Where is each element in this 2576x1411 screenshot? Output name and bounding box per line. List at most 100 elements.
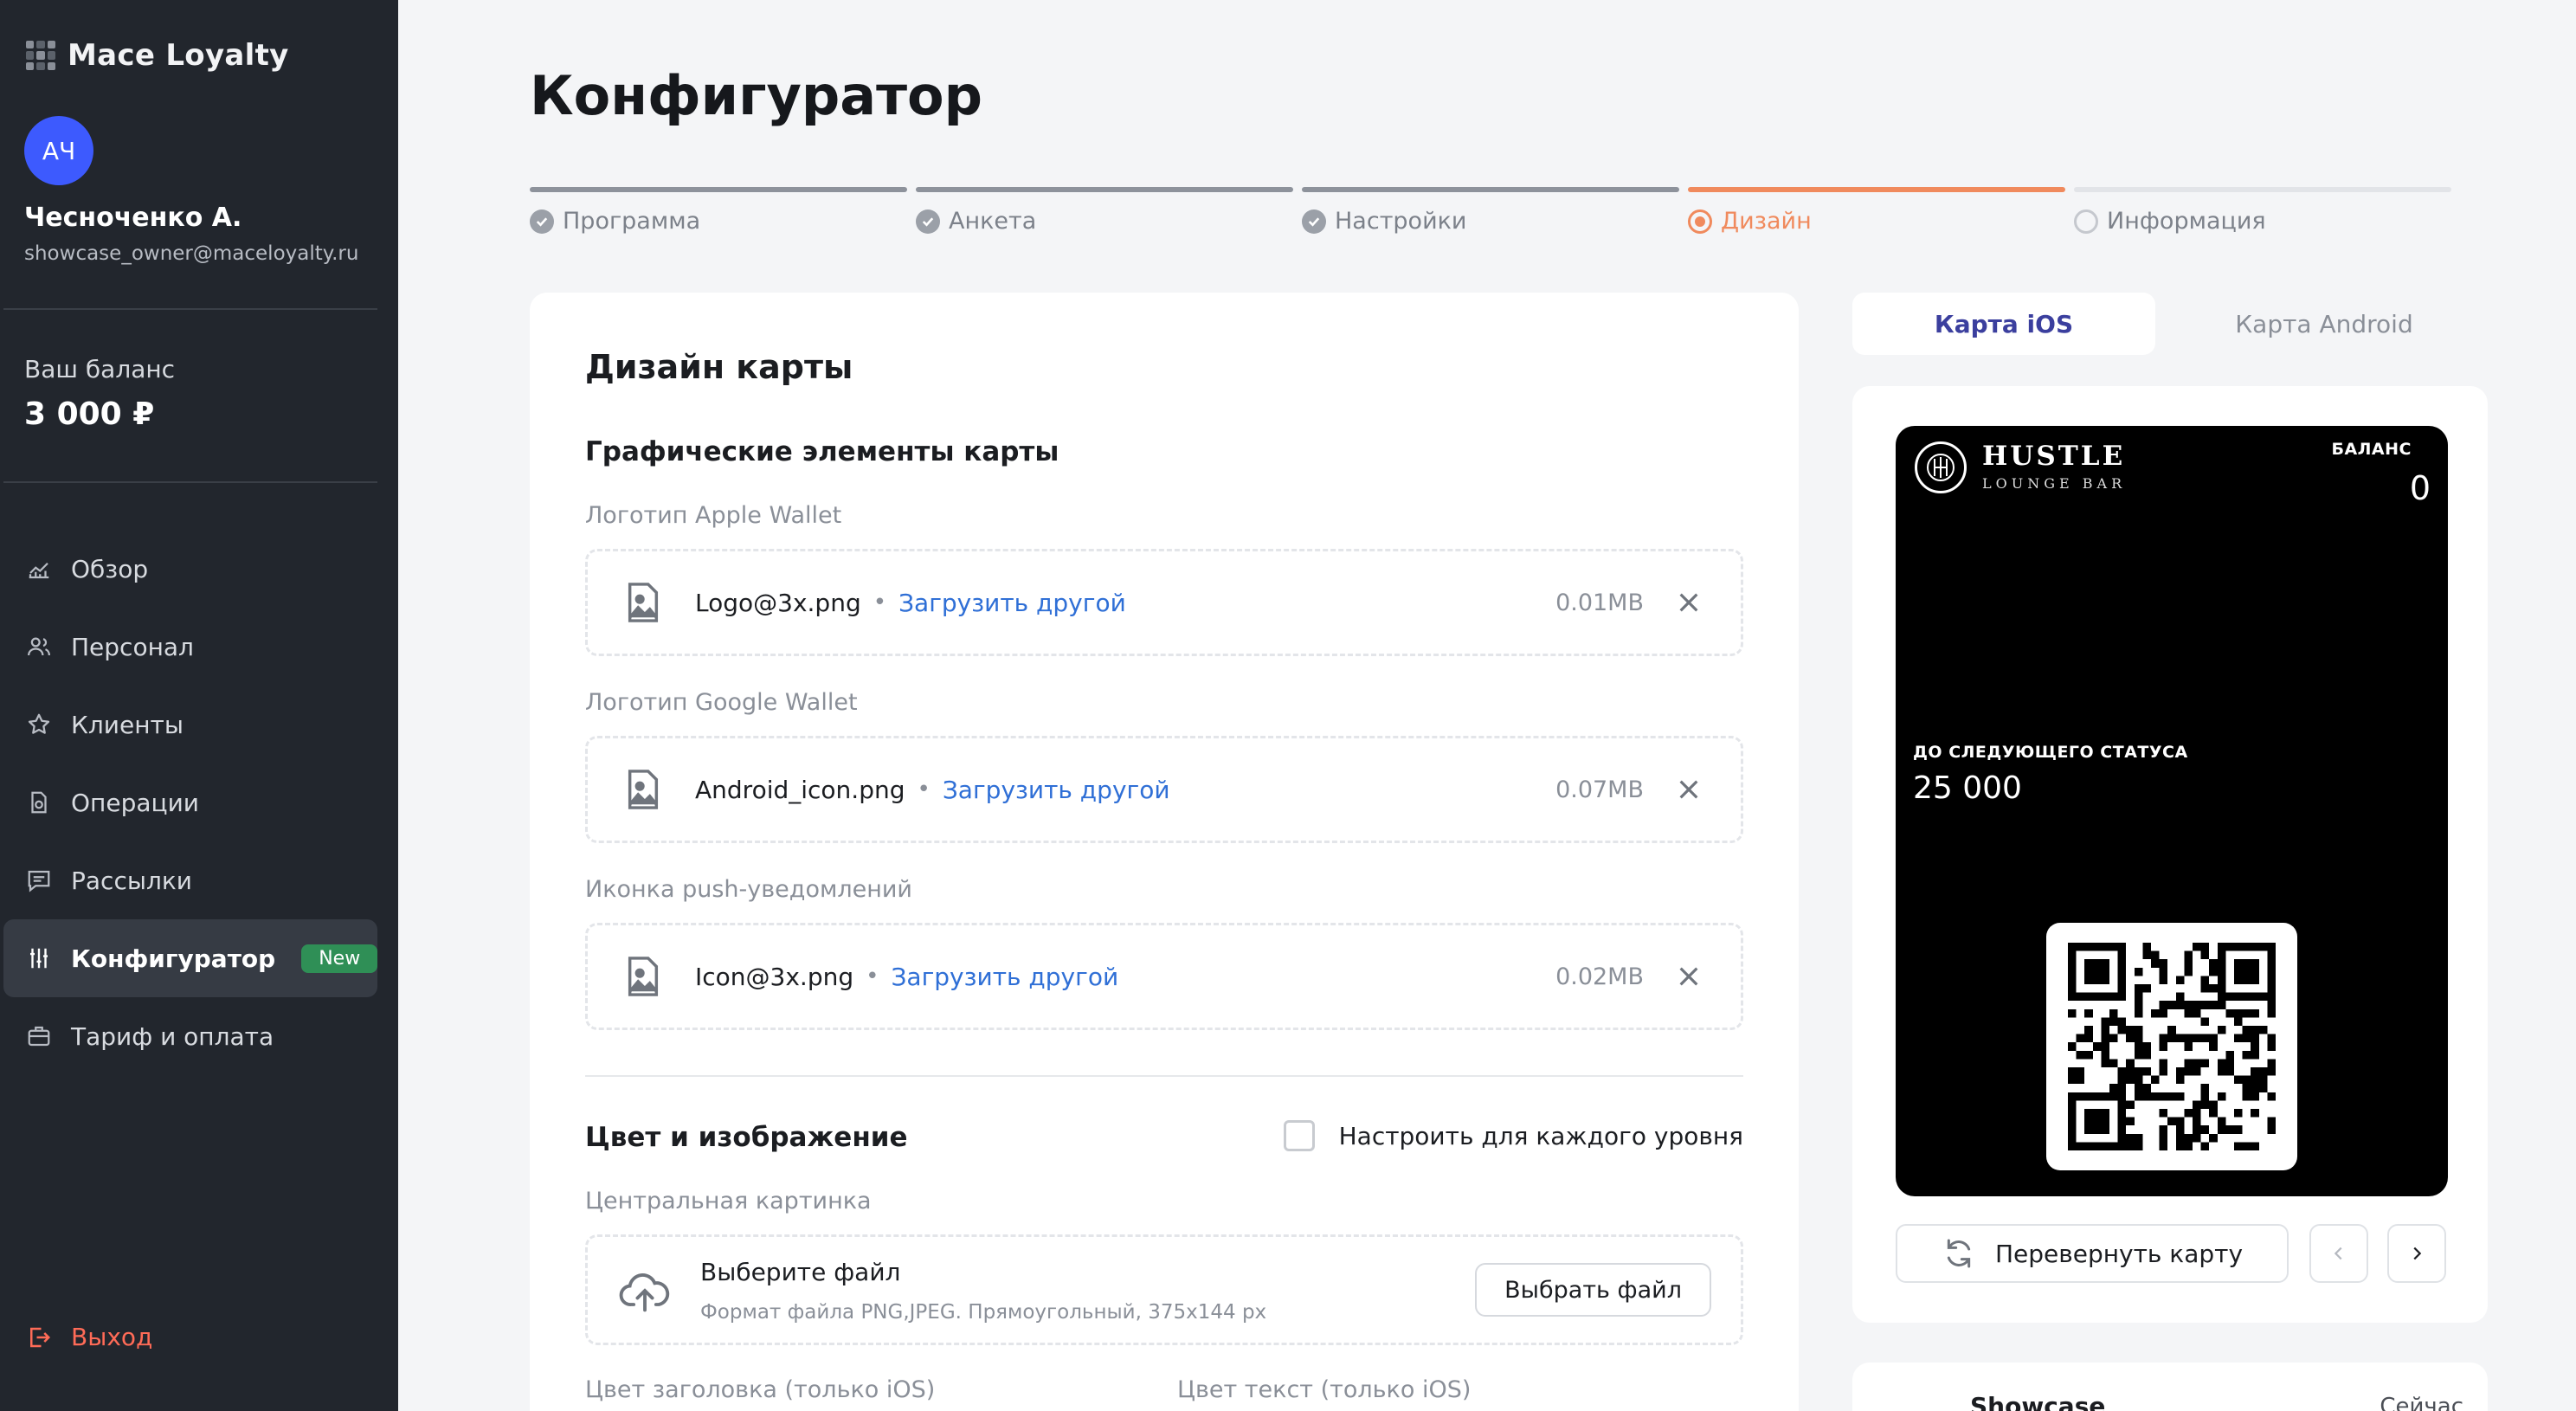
field-label: Цвет заголовка (только iOS)	[585, 1376, 936, 1403]
sidebar: Mace Loyalty АЧ Чесноченко А. showcase_o…	[0, 0, 398, 1411]
sidebar-item-staff[interactable]: Персонал	[3, 608, 377, 686]
file-upload-apple-logo: Logo@3x.png • Загрузить другой 0.01MB	[585, 549, 1743, 656]
replace-file-link[interactable]: Загрузить другой	[898, 589, 1126, 617]
replace-file-link[interactable]: Загрузить другой	[891, 963, 1118, 991]
wallet-card-preview: HUSTLE LOUNGE BAR БАЛАНС 0 ДО СЛЕДУЮЩЕГО…	[1896, 426, 2448, 1196]
file-upload-google-logo: Android_icon.png • Загрузить другой 0.07…	[585, 736, 1743, 843]
field-label: Логотип Google Wallet	[585, 689, 858, 716]
new-badge: New	[301, 944, 378, 973]
choose-file-button[interactable]: Выбрать файл	[1475, 1263, 1711, 1317]
file-name: Android_icon.png	[695, 775, 905, 804]
sidebar-item-label: Операции	[71, 788, 199, 817]
close-icon[interactable]	[1675, 963, 1703, 990]
sidebar-item-overview[interactable]: Обзор	[3, 530, 377, 608]
checkbox[interactable]	[1283, 1120, 1315, 1151]
balance-label: Ваш баланс	[24, 355, 176, 383]
file-name: Logo@3x.png	[695, 588, 861, 617]
sidebar-item-billing[interactable]: Тариф и оплата	[3, 997, 377, 1075]
chevron-left-icon	[2334, 1247, 2342, 1260]
chevron-right-icon	[2413, 1247, 2422, 1260]
notification-time: Сейчас	[2380, 1394, 2463, 1411]
sidebar-item-label: Клиенты	[71, 710, 184, 739]
separator-dot: •	[917, 776, 931, 802]
sidebar-item-label: Рассылки	[71, 866, 192, 895]
image-file-icon	[628, 770, 659, 809]
current-step-icon	[1688, 209, 1712, 234]
notification-preview: Showcase Сейчас	[1852, 1363, 2488, 1411]
field-label: Иконка push-уведомлений	[585, 876, 912, 903]
refresh-icon	[1947, 1239, 1971, 1268]
sidebar-item-operations[interactable]: Операции	[3, 763, 377, 841]
section-title: Дизайн карты	[585, 348, 853, 386]
next-status-value: 25 000	[1913, 770, 2022, 806]
brand-subtitle: LOUNGE BAR	[1982, 475, 2127, 492]
step-design[interactable]: Дизайн	[1688, 187, 2065, 235]
step-label: Дизайн	[1721, 208, 1812, 235]
users-icon	[28, 637, 50, 656]
step-information[interactable]: Информация	[2074, 187, 2451, 235]
upload-title: Выберите файл	[700, 1258, 901, 1286]
document-icon	[31, 791, 47, 814]
qr-code	[2046, 923, 2297, 1170]
field-label: Цвет текст (только iOS)	[1177, 1376, 1472, 1403]
design-form-card: Дизайн карты Графические элементы карты …	[530, 293, 1799, 1411]
star-icon	[28, 713, 50, 734]
step-program[interactable]: Программа	[530, 187, 907, 235]
flip-card-button[interactable]: Перевернуть карту	[1896, 1224, 2289, 1283]
section-divider	[585, 1075, 1743, 1077]
briefcase-icon	[28, 1026, 50, 1047]
image-file-icon	[628, 583, 659, 622]
prev-button[interactable]	[2309, 1224, 2368, 1283]
file-size: 0.07MB	[1555, 776, 1644, 803]
file-size: 0.01MB	[1555, 589, 1644, 616]
logout-button[interactable]: Выход	[26, 1323, 152, 1351]
balance-value: 0	[2409, 469, 2431, 507]
sidebar-item-clients[interactable]: Клиенты	[3, 686, 377, 763]
brand-name: HUSTLE	[1982, 441, 2126, 472]
pending-step-icon	[2074, 209, 2098, 234]
central-image-upload[interactable]: Выберите файл Формат файла PNG,JPEG. Пря…	[585, 1234, 1743, 1345]
separator-dot: •	[866, 963, 879, 989]
balance-label: БАЛАНС	[2331, 440, 2412, 459]
close-icon[interactable]	[1675, 776, 1703, 803]
logout-icon	[30, 1327, 51, 1347]
file-upload-push-icon: Icon@3x.png • Загрузить другой 0.02MB	[585, 923, 1743, 1030]
image-file-icon	[628, 957, 659, 996]
user-email: showcase_owner@maceloyalty.ru	[24, 242, 359, 265]
user-name: Чесноченко А.	[24, 203, 242, 233]
sidebar-item-configurator[interactable]: Конфигуратор New	[3, 919, 378, 997]
replace-file-link[interactable]: Загрузить другой	[943, 776, 1170, 804]
tab-android-card[interactable]: Карта Android	[2155, 293, 2493, 355]
step-label: Информация	[2107, 208, 2266, 235]
step-settings[interactable]: Настройки	[1302, 187, 1679, 235]
sidebar-nav: Обзор Персонал Клиенты Операции Рассылки…	[3, 530, 378, 1075]
close-icon[interactable]	[1675, 589, 1703, 616]
check-icon	[1302, 209, 1326, 234]
check-icon	[530, 209, 554, 234]
sidebar-divider	[3, 481, 377, 483]
sliders-icon	[30, 948, 48, 969]
per-level-checkbox[interactable]: Настроить для каждого уровня	[1283, 1120, 1743, 1151]
logout-label: Выход	[71, 1323, 153, 1351]
step-label: Анкета	[949, 208, 1037, 235]
card-preview-panel: HUSTLE LOUNGE BAR БАЛАНС 0 ДО СЛЕДУЮЩЕГО…	[1852, 386, 2488, 1323]
tab-ios-card[interactable]: Карта iOS	[1852, 293, 2155, 355]
sidebar-item-label: Обзор	[71, 554, 149, 583]
step-bar	[1688, 187, 2065, 192]
notification-title: Showcase	[1970, 1392, 2106, 1411]
check-icon	[916, 209, 940, 234]
file-name: Icon@3x.png	[695, 962, 854, 991]
step-form[interactable]: Анкета	[916, 187, 1293, 235]
next-button[interactable]	[2387, 1224, 2446, 1283]
next-status-label: ДО СЛЕДУЮЩЕГО СТАТУСА	[1913, 743, 2188, 762]
field-label: Логотип Apple Wallet	[585, 502, 842, 529]
upload-cloud-icon	[619, 1273, 670, 1312]
avatar[interactable]: АЧ	[24, 116, 93, 185]
app-logo[interactable]: Mace Loyalty	[26, 38, 289, 73]
sidebar-item-mailings[interactable]: Рассылки	[3, 841, 377, 919]
step-label: Программа	[563, 208, 701, 235]
graphics-title: Графические элементы карты	[585, 436, 1059, 467]
sidebar-item-label: Персонал	[71, 632, 194, 661]
separator-dot: •	[873, 590, 887, 615]
sidebar-item-label: Конфигуратор	[71, 944, 276, 973]
